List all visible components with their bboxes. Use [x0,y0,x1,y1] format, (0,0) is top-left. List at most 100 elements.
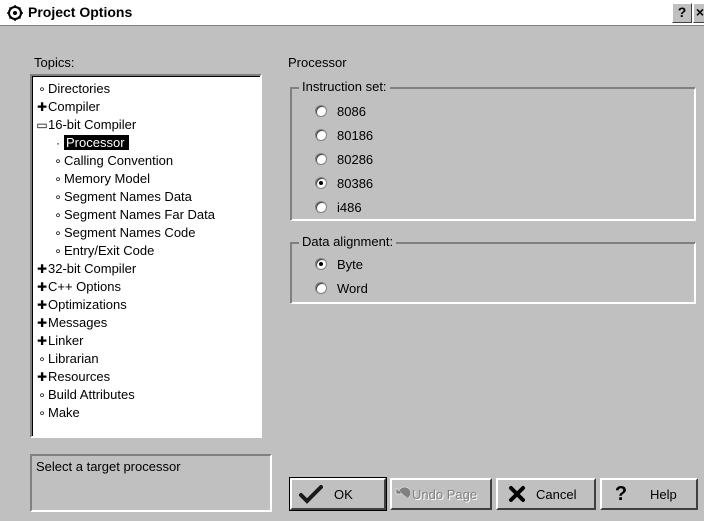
project-options-icon [7,5,23,21]
radio-button[interactable] [315,258,327,270]
leaf-icon: ∘ [54,154,62,168]
tree-item-label: Compiler [48,99,101,114]
expand-icon[interactable]: ✚ [36,368,48,386]
radio-label: 80386 [337,176,374,191]
tree-item[interactable]: ▭16-bit Compiler [32,116,260,134]
tree-item-label: Directories [48,81,111,96]
collapse-icon[interactable]: ▭ [36,116,48,134]
leaf-icon: ∘ [54,226,62,240]
radio-label: Word [337,281,368,296]
tree-item[interactable]: ∘ Build Attributes [32,386,260,404]
radio-button[interactable] [315,282,327,294]
tree-item[interactable]: ∘ Calling Convention [32,152,260,170]
help-button[interactable]: ? Help [600,478,698,510]
radio-button[interactable] [315,201,327,213]
close-button[interactable]: × [693,3,704,23]
instruction-set-group: Instruction set: 8086 80186 80286 80386 i486 [290,79,696,221]
tree-item-label: Resources [48,369,111,384]
tree-item-label: Entry/Exit Code [64,243,155,258]
cancel-label: Cancel [536,486,577,502]
tree-item[interactable]: ✚Optimizations [32,296,260,314]
leaf-icon: ∘ [38,352,46,366]
leaf-icon: ∘ [38,388,46,402]
tree-item[interactable]: ∘ Segment Names Far Data [32,206,260,224]
cancel-button[interactable]: Cancel [496,478,596,510]
topic-description-text: Select a target processor [36,459,181,474]
expand-icon[interactable]: ✚ [36,98,48,116]
leaf-icon: ∘ [38,82,46,96]
leaf-icon: ∘ [54,244,62,258]
tree-item[interactable]: ✚Linker [32,332,260,350]
tree-item[interactable]: ∘ Directories [32,80,260,98]
tree-item[interactable]: ✚C++ Options [32,278,260,296]
undo-page-label: Undo Page [412,486,478,502]
data-alignment-legend: Data alignment: [299,234,397,249]
expand-icon[interactable]: ✚ [36,296,48,314]
expand-icon[interactable]: ✚ [36,332,48,350]
tree-item[interactable]: ✚Compiler [32,98,260,116]
radio-option[interactable]: Byte [315,255,363,275]
tree-item[interactable]: ✚Messages [32,314,260,332]
instruction-set-legend: Instruction set: [299,79,390,94]
tree-item-label: 32-bit Compiler [48,261,137,276]
help-label: Help [650,486,677,502]
radio-label: 80186 [337,128,374,143]
radio-label: Byte [337,257,364,272]
tree-item-label: Segment Names Data [64,189,192,204]
tree-item[interactable]: ∘ Segment Names Data [32,188,260,206]
tree-item-label: Librarian [48,351,99,366]
undo-arrow-icon [394,483,410,505]
checkmark-icon [298,483,324,505]
tree-item[interactable]: · Processor [32,134,260,152]
tree-item-label: Linker [48,333,84,348]
window-title: Project Options [28,4,133,20]
tree-item-label: Make [48,405,80,420]
topic-description-box: Select a target processor [30,454,272,512]
tree-item[interactable]: ∘ Entry/Exit Code [32,242,260,260]
undo-page-button[interactable]: Undo Page [390,478,492,510]
leaf-icon: ∘ [54,172,62,186]
tree-item-label: Segment Names Code [64,225,196,240]
radio-label: 80286 [337,152,374,167]
tree-item[interactable]: ✚32-bit Compiler [32,260,260,278]
tree-item-label: Memory Model [64,171,150,186]
tree-item-label: 16-bit Compiler [48,117,137,132]
radio-option[interactable]: i486 [315,198,362,218]
ok-label: OK [334,486,353,502]
page-title: Processor [288,55,347,70]
topics-label: Topics: [34,55,75,70]
ok-button[interactable]: OK [289,477,387,511]
radio-option[interactable]: 80186 [315,126,373,146]
context-help-button[interactable]: ? [672,3,692,23]
radio-option[interactable]: 8086 [315,102,366,122]
tree-item-label: Optimizations [48,297,127,312]
tree-item[interactable]: ∘ Memory Model [32,170,260,188]
leaf-icon: · [56,136,60,150]
expand-icon[interactable]: ✚ [36,278,48,296]
tree-item-label: Messages [48,315,108,330]
tree-item[interactable]: ✚Resources [32,368,260,386]
tree-item[interactable]: ∘ Make [32,404,260,422]
tree-item-label: C++ Options [48,279,121,294]
question-mark-icon: ? [614,482,628,505]
tree-item[interactable]: ∘ Segment Names Code [32,224,260,242]
leaf-icon: ∘ [38,406,46,420]
radio-button[interactable] [315,153,327,165]
radio-button[interactable] [315,105,327,117]
tree-item[interactable]: ∘ Librarian [32,350,260,368]
topics-tree[interactable]: ∘ Directories ✚Compiler ▭16-bit Compiler · Pr… [30,74,262,438]
radio-option[interactable]: 80286 [315,150,373,170]
radio-button[interactable] [315,177,327,189]
radio-option[interactable]: Word [315,279,368,299]
leaf-icon: ∘ [54,208,62,222]
tree-item-label: Calling Convention [64,153,174,168]
tree-item-label: Processor [64,135,129,150]
expand-icon[interactable]: ✚ [36,260,48,278]
tree-item-label: Segment Names Far Data [64,207,216,222]
radio-button[interactable] [315,129,327,141]
radio-label: 8086 [337,104,366,119]
radio-option[interactable]: 80386 [315,174,373,194]
radio-label: i486 [337,200,362,215]
data-alignment-group: Data alignment: Byte Word [290,234,696,304]
expand-icon[interactable]: ✚ [36,314,48,332]
